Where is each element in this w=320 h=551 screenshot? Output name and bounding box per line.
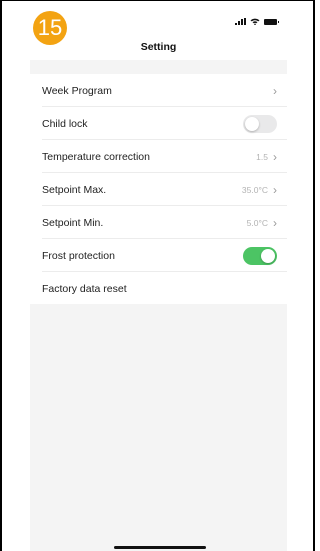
page-title: Setting — [140, 41, 177, 53]
child-lock-label: Child lock — [42, 117, 88, 130]
setpoint-min-label: Setpoint Min. — [42, 216, 104, 229]
setpoint-min-value: 5.0°C — [246, 217, 268, 228]
step-number-badge: 15 — [33, 11, 67, 45]
frost-protection-toggle[interactable] — [243, 246, 277, 265]
wifi-icon — [250, 18, 260, 25]
settings-list: Week Program › Child lock Temperature co… — [30, 74, 287, 305]
chevron-right-icon: › — [273, 149, 277, 164]
status-bar — [235, 18, 279, 25]
child-lock-toggle[interactable] — [243, 114, 277, 133]
frost-protection-row: Frost protection — [30, 239, 287, 272]
phone-screen: 15 Setting Week Program › Child lock Tem… — [30, 4, 287, 551]
toggle-knob — [245, 116, 259, 131]
signal-icon — [235, 18, 246, 25]
frost-protection-label: Frost protection — [42, 249, 115, 262]
child-lock-row: Child lock — [30, 107, 287, 140]
week-program-label: Week Program — [42, 84, 112, 97]
week-program-row[interactable]: Week Program › — [30, 74, 287, 107]
chevron-right-icon: › — [273, 215, 277, 230]
chevron-right-icon: › — [273, 182, 277, 197]
home-indicator[interactable] — [114, 546, 206, 549]
battery-icon — [264, 18, 279, 25]
setpoint-max-row[interactable]: Setpoint Max. 35.0°C › — [30, 173, 287, 206]
factory-data-reset-label: Factory data reset — [42, 282, 127, 295]
temperature-correction-label: Temperature correction — [42, 150, 150, 163]
section-separator — [30, 60, 287, 74]
setpoint-max-value: 35.0°C — [241, 184, 268, 195]
factory-data-reset-row[interactable]: Factory data reset — [30, 272, 287, 305]
temperature-correction-value: 1.5 — [256, 151, 268, 162]
toggle-knob — [261, 248, 275, 263]
setpoint-min-row[interactable]: Setpoint Min. 5.0°C › — [30, 206, 287, 239]
chevron-right-icon: › — [273, 83, 277, 98]
temperature-correction-row[interactable]: Temperature correction 1.5 › — [30, 140, 287, 173]
empty-area — [30, 304, 287, 551]
setpoint-max-label: Setpoint Max. — [42, 183, 107, 196]
